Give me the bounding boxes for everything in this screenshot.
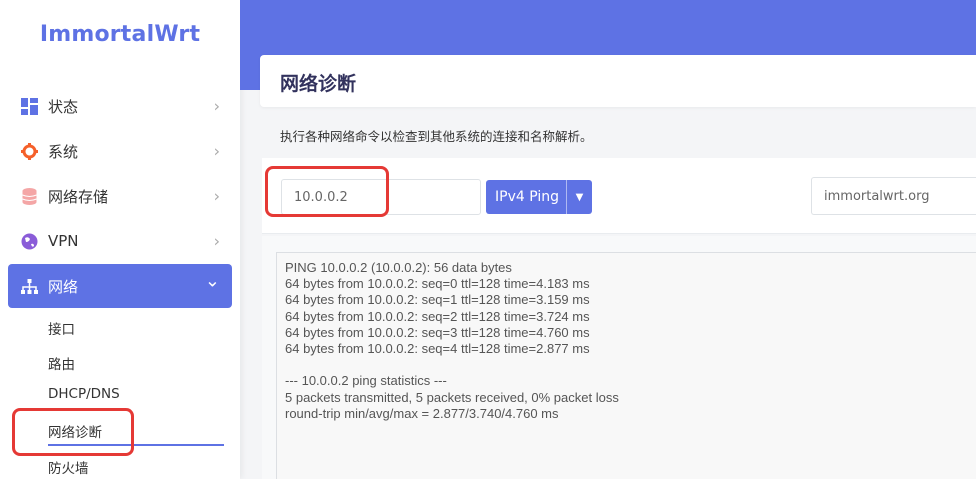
database-icon — [20, 187, 38, 205]
sidebar-item-label: 网络 — [48, 277, 79, 296]
sidebar: ImmortalWrt 状态 › 系统 › 网络存储 › VPN › 网络 ⌄ — [0, 0, 240, 479]
sidebar-subitem-interfaces[interactable]: 接口 — [48, 318, 75, 338]
sidebar-subitem-routes[interactable]: 路由 — [48, 353, 75, 373]
lookup-host-input[interactable]: immortalwrt.org — [811, 177, 976, 215]
caret-down-icon[interactable]: ▼ — [566, 180, 592, 214]
page-description: 执行各种网络命令以检查到其他系统的连接和名称解析。 — [280, 129, 593, 144]
sidebar-item-label: 网络存储 — [48, 187, 109, 206]
dashboard-icon — [20, 97, 38, 115]
sidebar-item-status[interactable]: 状态 › — [8, 84, 232, 128]
highlight-annotation — [12, 408, 134, 456]
command-output[interactable]: PING 10.0.0.2 (10.0.0.2): 56 data bytes … — [276, 252, 976, 479]
chevron-right-icon: › — [213, 231, 220, 251]
chevron-down-icon: ⌄ — [204, 270, 220, 292]
chevron-right-icon: › — [213, 141, 220, 161]
gear-icon — [20, 142, 38, 160]
logo[interactable]: ImmortalWrt — [0, 22, 240, 47]
page-header: 网络诊断 — [260, 55, 976, 107]
sidebar-item-system[interactable]: 系统 › — [8, 129, 232, 173]
highlight-annotation — [265, 166, 389, 217]
sidebar-item-label: 系统 — [48, 142, 79, 161]
chevron-right-icon: › — [213, 96, 220, 116]
sidebar-item-label: VPN — [48, 232, 79, 250]
chevron-right-icon: › — [213, 186, 220, 206]
sidebar-item-network[interactable]: 网络 ⌄ — [8, 264, 232, 308]
ipv4-ping-button[interactable]: IPv4 Ping ▼ — [486, 180, 592, 214]
sidebar-item-nas[interactable]: 网络存储 › — [8, 174, 232, 218]
globe-icon — [20, 232, 38, 250]
page-title: 网络诊断 — [280, 73, 357, 95]
sidebar-item-label: 状态 — [48, 97, 79, 116]
sidebar-subitem-firewall[interactable]: 防火墙 — [48, 457, 89, 477]
sidebar-item-vpn[interactable]: VPN › — [8, 219, 232, 263]
sidebar-subitem-dhcp-dns[interactable]: DHCP/DNS — [48, 386, 120, 402]
network-icon — [20, 277, 38, 295]
ping-button-label: IPv4 Ping — [495, 189, 559, 205]
